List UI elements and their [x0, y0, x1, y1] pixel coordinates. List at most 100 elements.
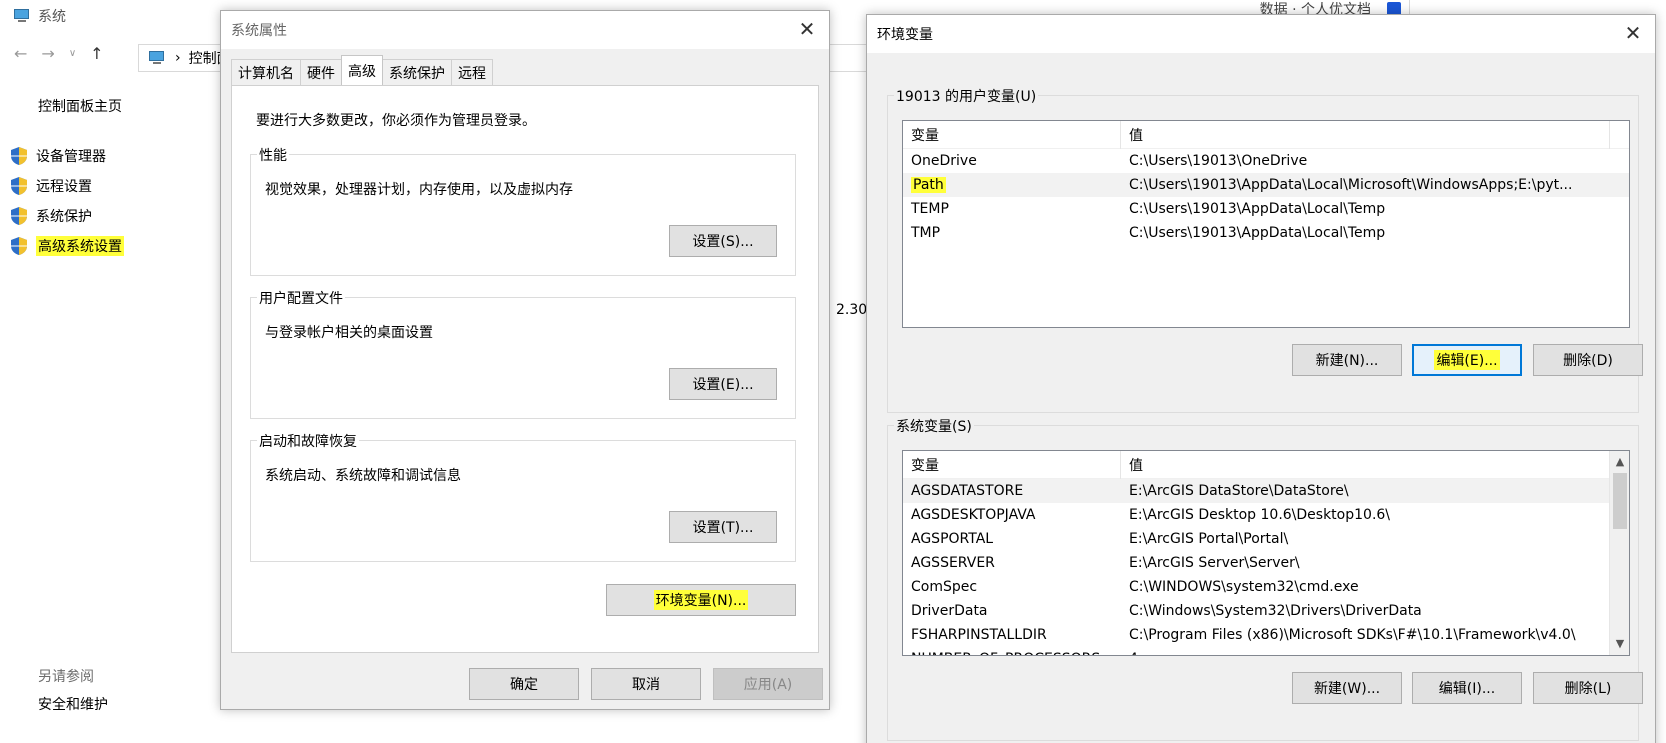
tab-item[interactable]: 远程	[451, 59, 493, 85]
vertical-scrollbar[interactable]: ▲ ▼	[1609, 451, 1629, 655]
variable-name: AGSDATASTORE	[911, 483, 1024, 499]
user-delete-button[interactable]: 删除(D)	[1533, 344, 1643, 376]
variable-name-cell: TMP	[903, 221, 1121, 245]
user-edit-button[interactable]: 编辑(E)...	[1412, 344, 1522, 376]
admin-note: 要进行大多数更改，你必须作为管理员登录。	[256, 113, 536, 129]
system-task-links: 设备管理器远程设置系统保护高级系统设置	[10, 141, 124, 261]
column-header-value[interactable]: 值	[1121, 451, 1610, 479]
table-row[interactable]: Path C:\Users\19013\AppData\Local\Microso…	[903, 173, 1629, 197]
nav-buttons: ← → ∨ ↑	[14, 44, 104, 63]
group-label: 启动和故障恢复	[257, 431, 359, 451]
group-label: 系统变量(S)	[894, 416, 974, 436]
environment-variables-title-bar: 环境变量	[867, 15, 1655, 53]
security-maintenance-link[interactable]: 安全和维护	[38, 694, 108, 714]
variable-name: Path	[911, 177, 946, 193]
system-edit-button[interactable]: 编辑(I)...	[1412, 672, 1522, 704]
startup-recovery-group: 启动和故障恢复 系统启动、系统故障和调试信息 设置(T)...	[250, 431, 796, 562]
sidebar-item-label: 系统保护	[36, 209, 92, 225]
control-panel-home-link[interactable]: 控制面板主页	[38, 96, 122, 116]
system-variables-group: 系统变量(S) 变量 值 AGSDATASTORE E:\ArcGIS DataS…	[887, 416, 1643, 741]
system-window-title-text: 系统	[38, 9, 66, 25]
variable-name: NUMBER_OF_PROCESSORS	[911, 651, 1100, 655]
variable-value: C:\Users\19013\AppData\Local\Temp	[1129, 201, 1386, 217]
environment-variables-button[interactable]: 环境变量(N)...	[606, 584, 796, 616]
variable-value: C:\Users\19013\AppData\Local\Microsoft\W…	[1129, 177, 1573, 193]
tab-item[interactable]: 计算机名	[231, 59, 301, 85]
scrollbar-thumb[interactable]	[1613, 473, 1627, 529]
user-profile-settings-button[interactable]: 设置(E)...	[669, 368, 777, 400]
group-description: 系统启动、系统故障和调试信息	[265, 468, 461, 484]
shield-icon	[10, 176, 28, 196]
back-arrow-icon[interactable]: ←	[14, 44, 27, 63]
variable-name: AGSDESKTOPJAVA	[911, 507, 1036, 523]
tab-item[interactable]: 高级	[341, 55, 383, 85]
table-row[interactable]: AGSSERVER E:\ArcGIS Server\Server\	[903, 551, 1629, 575]
close-icon[interactable]: ✕	[1623, 23, 1643, 43]
tab-item[interactable]: 硬件	[300, 59, 342, 85]
variable-name-cell: AGSSERVER	[903, 551, 1121, 575]
table-row[interactable]: TEMP C:\Users\19013\AppData\Local\Temp	[903, 197, 1629, 221]
sidebar-item-link[interactable]: 高级系统设置	[10, 231, 124, 261]
table-row[interactable]: AGSDESKTOPJAVA E:\ArcGIS Desktop 10.6\Des…	[903, 503, 1629, 527]
variable-value: C:\Program Files (x86)\Microsoft SDKs\F#…	[1129, 627, 1576, 643]
table-row[interactable]: FSHARPINSTALLDIR C:\Program Files (x86)\M…	[903, 623, 1629, 647]
variable-name: AGSPORTAL	[911, 531, 994, 547]
sidebar-item-link[interactable]: 系统保护	[10, 201, 124, 231]
sidebar-item-link[interactable]: 设备管理器	[10, 141, 124, 171]
variable-name-cell: Path	[903, 173, 1121, 197]
table-row[interactable]: OneDrive C:\Users\19013\OneDrive	[903, 149, 1629, 173]
column-header-variable[interactable]: 变量	[903, 121, 1121, 149]
forward-arrow-icon[interactable]: →	[41, 44, 54, 63]
control-panel-icon	[147, 50, 167, 66]
sidebar-item-label: 高级系统设置	[36, 236, 124, 256]
tab-strip: 计算机名 硬件 高级 系统保护 远程	[231, 55, 493, 85]
environment-variables-dialog: 环境变量 ✕ 19013 的用户变量(U) 变量 值 OneDrive C:\Us…	[866, 14, 1656, 743]
scroll-up-icon[interactable]: ▲	[1610, 453, 1629, 471]
table-row[interactable]: TMP C:\Users\19013\AppData\Local\Temp	[903, 221, 1629, 245]
apply-button[interactable]: 应用(A)	[713, 668, 823, 700]
table-row[interactable]: DriverData C:\Windows\System32\Drivers\Dr…	[903, 599, 1629, 623]
variable-name: AGSSERVER	[911, 555, 995, 571]
variable-name-cell: NUMBER_OF_PROCESSORS	[903, 647, 1121, 655]
system-properties-title-bar: 系统属性	[221, 11, 829, 49]
startup-recovery-settings-button[interactable]: 设置(T)...	[669, 511, 777, 543]
scroll-down-icon[interactable]: ▼	[1610, 635, 1629, 653]
variable-name-cell: DriverData	[903, 599, 1121, 623]
dialog-title: 系统属性	[231, 23, 287, 39]
column-header-variable[interactable]: 变量	[903, 451, 1121, 479]
table-row[interactable]: AGSDATASTORE E:\ArcGIS DataStore\DataStor…	[903, 479, 1629, 503]
see-also-heading: 另请参阅	[38, 669, 94, 685]
variable-value: E:\ArcGIS Server\Server\	[1129, 555, 1300, 571]
user-variables-list[interactable]: 变量 值 OneDrive C:\Users\19013\OneDrive Path…	[902, 120, 1630, 328]
variable-name: OneDrive	[911, 153, 977, 169]
variable-name: TMP	[911, 225, 941, 241]
system-delete-button[interactable]: 删除(L)	[1533, 672, 1643, 704]
environment-variables-label: 环境变量(N)...	[653, 590, 749, 610]
variable-name: DriverData	[911, 603, 988, 619]
system-properties-dialog: 系统属性 ✕ 计算机名 硬件 高级 系统保护 远程 要进行大多数更改，你必须作为管理员登…	[220, 10, 830, 710]
table-row[interactable]: ComSpec C:\WINDOWS\system32\cmd.exe	[903, 575, 1629, 599]
variable-value: C:\Users\19013\OneDrive	[1129, 153, 1308, 169]
dialog-title: 环境变量	[877, 27, 933, 43]
variable-name-cell: AGSPORTAL	[903, 527, 1121, 551]
variable-name-cell: OneDrive	[903, 149, 1121, 173]
table-row[interactable]: NUMBER_OF_PROCESSORS 4	[903, 647, 1629, 655]
sidebar-item-label: 设备管理器	[36, 149, 106, 165]
ok-button[interactable]: 确定	[469, 668, 579, 700]
column-header-value[interactable]: 值	[1121, 121, 1610, 149]
system-variables-list[interactable]: 变量 值 AGSDATASTORE E:\ArcGIS DataStore\Dat…	[902, 450, 1630, 656]
performance-settings-button[interactable]: 设置(S)...	[669, 225, 777, 257]
group-label: 用户配置文件	[257, 288, 345, 308]
list-header: 变量 值	[903, 121, 1629, 149]
tab-item[interactable]: 系统保护	[382, 59, 452, 85]
shield-icon	[10, 146, 28, 166]
cancel-button[interactable]: 取消	[591, 668, 701, 700]
table-row[interactable]: AGSPORTAL E:\ArcGIS Portal\Portal\	[903, 527, 1629, 551]
system-new-button[interactable]: 新建(W)...	[1292, 672, 1402, 704]
user-new-button[interactable]: 新建(N)...	[1292, 344, 1402, 376]
close-icon[interactable]: ✕	[797, 19, 817, 39]
user-edit-label: 编辑(E)...	[1434, 350, 1500, 370]
sidebar-item-link[interactable]: 远程设置	[10, 171, 124, 201]
recent-chevron-icon[interactable]: ∨	[69, 48, 76, 59]
up-arrow-icon[interactable]: ↑	[90, 44, 103, 63]
